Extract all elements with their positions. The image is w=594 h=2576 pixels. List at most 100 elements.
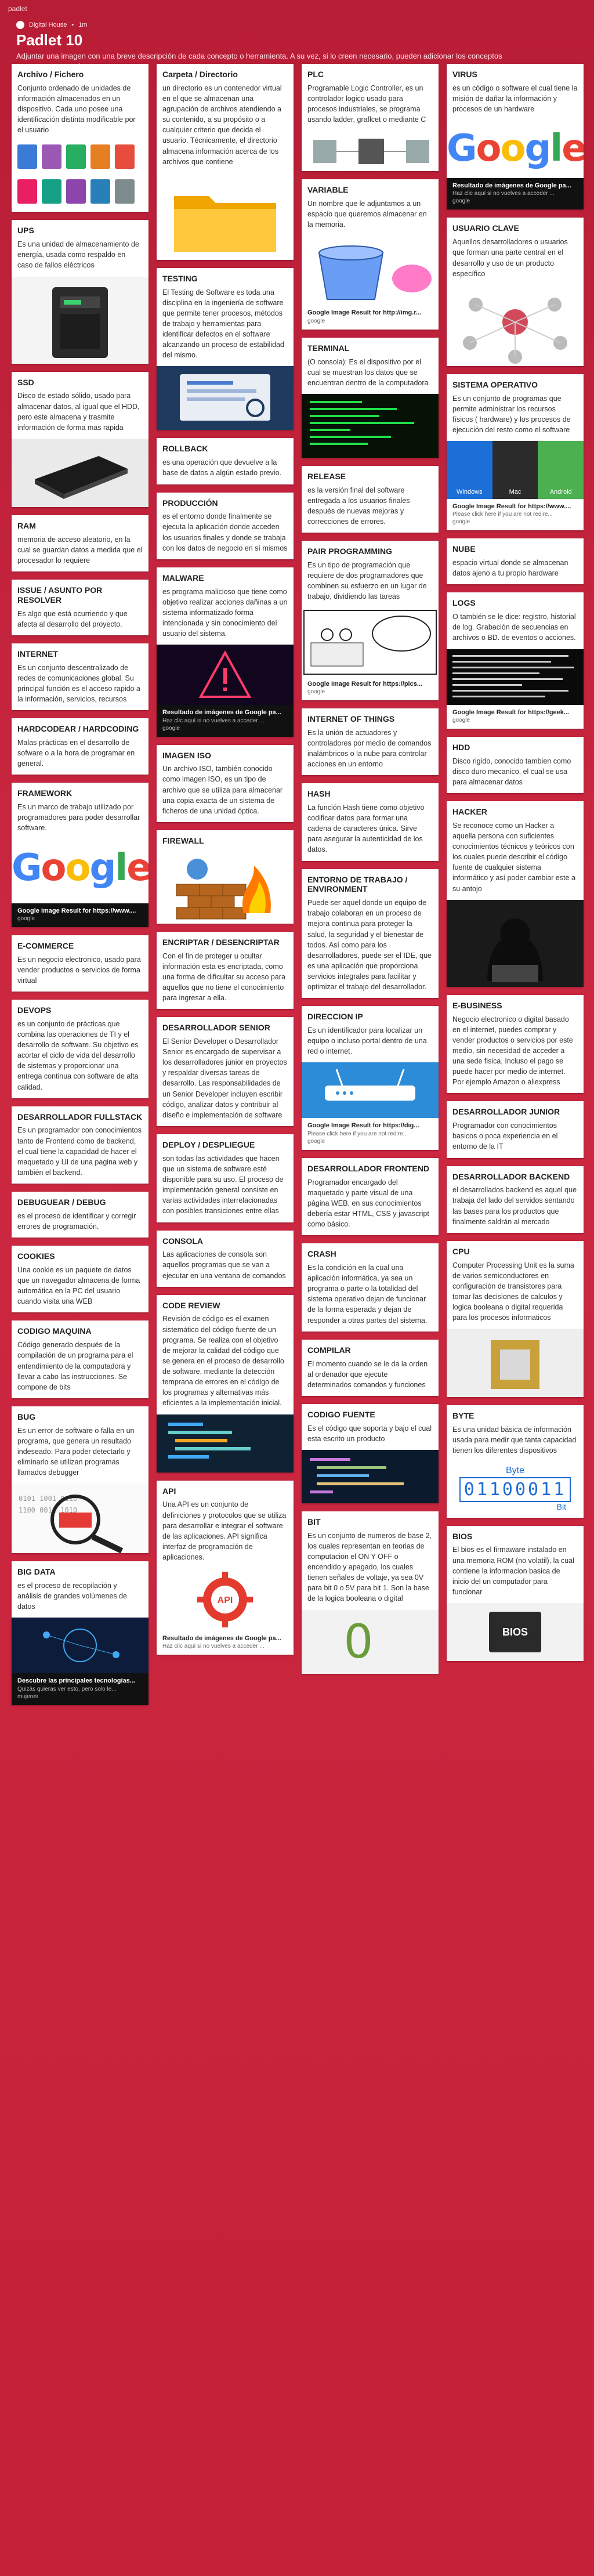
card-virus[interactable]: VIRUS es un código o software el cual ti… (447, 64, 584, 210)
card-body: Una API es un conjunto de definiciones y… (162, 1500, 287, 1562)
card-codereview[interactable]: CODE REVIEW Revisión de código es el exa… (157, 1294, 294, 1472)
card-testing[interactable]: TESTING El Testing de Software es toda u… (157, 267, 294, 430)
card-title: FIREWALL (162, 835, 204, 845)
card-title: E-BUSINESS (452, 1000, 502, 1010)
caption-domain: mujeres (17, 1693, 38, 1700)
card-hash[interactable]: HASH La función Hash tiene como objetivo… (302, 783, 439, 861)
caption-domain: google (307, 1138, 325, 1145)
card-entorno[interactable]: ENTORNO DE TRABAJO / ENVIRONMENT Puede s… (302, 869, 439, 998)
card-ssd[interactable]: SSD Disco de estado sólido, usado para a… (12, 371, 148, 507)
card-usuarioclave[interactable]: USUARIO CLAVE Aquellos desarrolladores o… (447, 218, 584, 366)
card-byte[interactable]: BYTE Es una unidad básica de información… (447, 1405, 584, 1518)
card-api[interactable]: API Una API es un conjunto de definicion… (157, 1480, 294, 1655)
card-iot[interactable]: INTERNET OF THINGS Es la unión de actuad… (302, 708, 439, 776)
card-bios[interactable]: BIOS El bios es el firmaware instalado e… (447, 1525, 584, 1661)
card-devops[interactable]: DEVOPS es un conjunto de prácticas que c… (12, 1000, 148, 1098)
card-malware[interactable]: MALWARE es programa malicioso que tiene … (157, 567, 294, 737)
card-compilar[interactable]: COMPILAR El momento cuando se le da la o… (302, 1339, 439, 1396)
card-pairprog[interactable]: PAIR PROGRAMMING Es un tipo de programac… (302, 541, 439, 700)
card-title: COMPILAR (307, 1345, 351, 1355)
card-body: Es un conjunto de programas que permite … (452, 394, 571, 434)
card-title: INTERNET OF THINGS (307, 714, 395, 723)
android-logo: Android (538, 441, 584, 500)
card-body: Puede ser aquel donde un equipo de traba… (307, 899, 432, 992)
card-internet[interactable]: INTERNET Es un conjunto descentralizado … (12, 643, 148, 711)
card-deploy[interactable]: DEPLOY / DESPLIEGUE son todas las activi… (157, 1134, 294, 1222)
card-frontend[interactable]: DESARROLLADOR FRONTEND Programador encar… (302, 1157, 439, 1236)
card-hacker[interactable]: HACKER Se reconoce como un Hacker a aque… (447, 801, 584, 987)
card-title: LOGS (452, 598, 476, 608)
card-ebusiness[interactable]: E-BUSINESS Negocio electronico o digital… (447, 994, 584, 1094)
card-cpu[interactable]: CPU Computer Processing Unit es la suma … (447, 1240, 584, 1398)
card-firewall[interactable]: FIREWALL (157, 830, 294, 924)
card-debugger[interactable]: DEBUGUEAR / DEBUG es el proceso de ident… (12, 1192, 148, 1238)
card-body: (O consola): Es el dispositivo por el cu… (307, 357, 429, 387)
caption-title: Descubre las principales tecnologías... (17, 1677, 135, 1685)
card-issue[interactable]: ISSUE / ASUNTO POR RESOLVER Es algo que … (12, 580, 148, 635)
card-fullstack[interactable]: DESARROLLADOR FULLSTACK Es un programado… (12, 1106, 148, 1184)
card-produccion[interactable]: PRODUCCIÓN es el entorno donde finalment… (157, 492, 294, 559)
card-release[interactable]: RELEASE es la versión final del software… (302, 465, 439, 533)
caption-source: Please click here if you are not redire.… (452, 511, 553, 518)
card-encriptar[interactable]: ENCRIPTAR / DESENCRIPTAR Con el fin de p… (157, 931, 294, 1010)
card-cookies[interactable]: COOKIES Una cookie es un paquete de dato… (12, 1246, 148, 1313)
card-title: DESARROLLADOR JUNIOR (452, 1107, 560, 1117)
card-hardcoder[interactable]: HARDCODEAR / HARDCODING Malas prácticas … (12, 718, 148, 775)
link-caption[interactable]: Resultado de imágenes de Google pa... Ha… (157, 1631, 294, 1655)
os-logos-image: Windows Mac Android (447, 441, 584, 500)
link-caption[interactable]: Google Image Result for https://pics... … (302, 676, 439, 700)
padlet-brand[interactable]: padlet (8, 5, 27, 13)
card-sistemaoperativo[interactable]: SISTEMA OPERATIVO Es un conjunto de prog… (447, 374, 584, 531)
card-rollback[interactable]: ROLLBACK es una operación que devuelve a… (157, 438, 294, 484)
card-archivo[interactable]: Archivo / Fichero Conjunto ordenado de u… (12, 64, 148, 212)
card-ram[interactable]: RAM memoria de acceso aleatorio, en la c… (12, 515, 148, 572)
card-title: RELEASE (307, 471, 346, 481)
card-body: Es una unidad básica de información usad… (452, 1426, 577, 1455)
card-body: Un nombre que le adjuntamos a un espacio… (307, 200, 427, 229)
card-consola[interactable]: CONSOLA Las aplicaciones de consola son … (157, 1230, 294, 1287)
card-body: El Testing de Software es toda una disci… (162, 288, 284, 360)
card-codigomaquina[interactable]: CODIGO MAQUINA Código generado después d… (12, 1320, 148, 1398)
link-caption[interactable]: Google Image Result for https://www.... … (12, 903, 148, 927)
card-codigofuente[interactable]: CODIGO FUENTE Es el código que soporta y… (302, 1403, 439, 1503)
card-crash[interactable]: CRASH Es la condición en la cual una apl… (302, 1243, 439, 1332)
card-title: E-COMMERCE (17, 940, 74, 950)
card-backend[interactable]: DESARROLLADOR BACKEND el desarrollados b… (447, 1166, 584, 1233)
link-caption[interactable]: Google Image Result for https://dig... P… (302, 1118, 439, 1150)
card-nube[interactable]: NUBE espacio virtual donde se almacenan … (447, 538, 584, 585)
card-imagenisp[interactable]: IMAGEN ISO Un archivo ISO, también conoc… (157, 744, 294, 822)
card-ecommerce[interactable]: E-COMMERCE Es un negocio electronico, us… (12, 935, 148, 992)
card-ups[interactable]: UPS Es una unidad de almacenamiento de e… (12, 220, 148, 364)
link-caption[interactable]: Resultado de imágenes de Google pa... Ha… (157, 705, 294, 737)
card-body: Es un programador con conocimientos tant… (17, 1126, 142, 1177)
link-caption[interactable]: Google Image Result for http://img.r... … (302, 305, 439, 330)
card-bug[interactable]: BUG Es un error de software o falla en u… (12, 1406, 148, 1554)
card-variable[interactable]: VARIABLE Un nombre que le adjuntamos a u… (302, 179, 439, 330)
caption-source: google (307, 317, 325, 324)
card-terminal[interactable]: TERMINAL (O consola): Es el dispositivo … (302, 337, 439, 458)
card-body: Conjunto ordenado de unidades de informa… (17, 84, 136, 135)
card-body: Programable Logic Controller, es un cont… (307, 84, 426, 124)
card-title: BYTE (452, 1411, 475, 1421)
card-junior[interactable]: DESARROLLADOR JUNIOR Programador con con… (447, 1101, 584, 1158)
link-caption[interactable]: Resultado de imágenes de Google pa... Ha… (447, 178, 584, 210)
card-carpeta[interactable]: Carpeta / Directorio un directorio es un… (157, 64, 294, 260)
card-body: Es el código que soporta y bajo el cual … (307, 1424, 432, 1443)
caption-title: Resultado de imágenes de Google pa... (162, 709, 281, 717)
variable-bucket-image (302, 236, 439, 306)
card-framework[interactable]: FRAMEWORK Es un marco de trabajo utiliza… (12, 783, 148, 927)
author-name[interactable]: Digital House (29, 21, 67, 28)
card-logs[interactable]: LOGS O también se le dice: registro, his… (447, 592, 584, 729)
card-hdd[interactable]: HDD Disco rigido, conocido tambien como … (447, 736, 584, 794)
card-plc[interactable]: PLC Programable Logic Controller, es un … (302, 64, 439, 172)
link-caption[interactable]: Google Image Result for https://www.... … (447, 499, 584, 531)
link-caption[interactable]: Descubre las principales tecnologías... … (12, 1673, 148, 1705)
windows-logo: Windows (447, 441, 492, 500)
card-senior[interactable]: DESARROLLADOR SENIOR El Senior Developer… (157, 1017, 294, 1126)
card-bit[interactable]: BIT Es un conjunto de numeros de base 2,… (302, 1511, 439, 1674)
card-direccionip[interactable]: DIRECCION IP Es un identificador para lo… (302, 1006, 439, 1150)
link-caption[interactable]: Google Image Result for https://geek... … (447, 704, 584, 729)
caption-source: Haz clic aquí si no vuelves a acceder ..… (162, 1643, 265, 1650)
caption-source: google (307, 688, 325, 695)
card-bigdata[interactable]: BIG DATA es el proceso de recopilación y… (12, 1561, 148, 1705)
